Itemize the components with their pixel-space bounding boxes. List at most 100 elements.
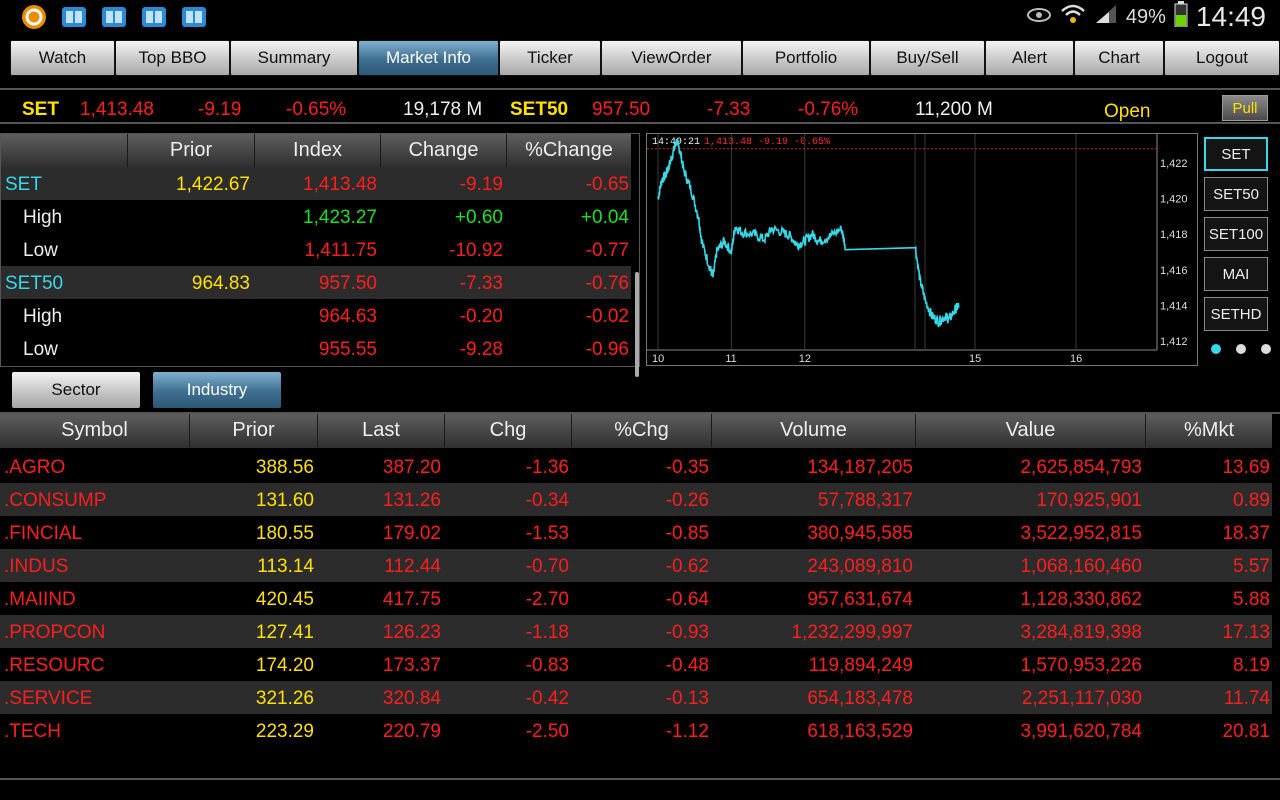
row-pct: -0.76 — [585, 273, 629, 294]
cell-prior: 321.26 — [255, 688, 314, 709]
pull-button[interactable]: Pull — [1222, 95, 1268, 121]
cell-chg: -0.83 — [525, 655, 569, 676]
chart-y-tick-label: 1,414 — [1160, 300, 1188, 312]
wifi-icon — [1060, 3, 1086, 31]
header-last: Last — [318, 414, 445, 447]
row-change: +0.60 — [454, 207, 503, 228]
nav-buy-sell[interactable]: Buy/Sell — [870, 40, 985, 76]
index-row[interactable]: SET50 964.83 957.50 -7.33 -0.76 — [1, 266, 631, 299]
nav-vieworder[interactable]: ViewOrder — [601, 40, 742, 76]
tab-sector[interactable]: Sector — [12, 372, 140, 408]
table-row[interactable]: .CONSUMP 131.60 131.26 -0.34 -0.26 57,788,317… — [0, 483, 1272, 516]
nav-ticker[interactable]: Ticker — [499, 40, 601, 76]
nav-watch[interactable]: Watch — [10, 40, 115, 76]
table-row[interactable]: .AGRO 388.56 387.20 -1.36 -0.35 134,187,205 2,… — [0, 450, 1272, 483]
app-shortcut-icon — [60, 4, 88, 30]
header-pct-change: %Change — [525, 139, 613, 161]
page-dot-1[interactable] — [1211, 344, 1221, 354]
table-row[interactable]: .FINCIAL 180.55 179.02 -1.53 -0.85 380,945,58… — [0, 516, 1272, 549]
table-row[interactable]: .TECH 223.29 220.79 -2.50 -1.12 618,163,529 3,… — [0, 714, 1272, 747]
table-row[interactable]: .SERVICE 321.26 320.84 -0.42 -0.13 654,183,47… — [0, 681, 1272, 714]
chart-x-tick-label: 10 — [652, 353, 664, 365]
chart-y-tick-label: 1,416 — [1160, 265, 1188, 277]
cell-pct-mkt: 0.89 — [1233, 490, 1270, 511]
index-button-set50[interactable]: SET50 — [1204, 177, 1268, 211]
index-table: Prior Index Change %Change SET 1,422.67 1,… — [0, 133, 640, 377]
clock: 14:49 — [1195, 1, 1266, 32]
table-row[interactable]: .PROPCON 127.41 126.23 -1.18 -0.93 1,232,299,… — [0, 615, 1272, 648]
ticker-set-volume: 19,178 M — [403, 99, 483, 120]
app-shortcut-icon — [180, 4, 208, 30]
nav-market-info[interactable]: Market Info — [358, 40, 499, 76]
cell-chg: -0.34 — [525, 490, 569, 511]
nav-chart[interactable]: Chart — [1074, 40, 1164, 76]
tab-industry[interactable]: Industry — [153, 372, 281, 408]
cell-prior: 127.41 — [255, 622, 314, 643]
row-pct: -0.65 — [585, 174, 629, 195]
industry-table: Symbol Prior Last Chg %Chg Volume Value … — [0, 412, 1280, 780]
cell-symbol: .TECH — [4, 721, 61, 742]
header-index: Index — [255, 134, 381, 167]
scrollbar[interactable] — [635, 272, 639, 377]
row-index: 955.55 — [318, 339, 377, 360]
cell-symbol: .INDUS — [4, 556, 69, 577]
row-label: Low — [23, 240, 58, 261]
app-logo-icon — [20, 4, 48, 30]
cell-chg: -1.36 — [525, 457, 569, 478]
row-index: 1,413.48 — [303, 174, 377, 195]
cell-last: 126.23 — [382, 622, 441, 643]
cell-prior: 223.29 — [255, 721, 314, 742]
nav-logout[interactable]: Logout — [1164, 40, 1280, 76]
table-row[interactable]: .RESOURC 174.20 173.37 -0.83 -0.48 119,894,24… — [0, 648, 1272, 681]
cell-chg: -2.50 — [525, 721, 569, 742]
ticker-set-change: -9.19 — [198, 99, 242, 120]
cell-volume: 57,788,317 — [817, 490, 913, 511]
index-button-sethd[interactable]: SETHD — [1204, 297, 1268, 331]
intraday-chart[interactable]: 14:49:21 1,413.48 -9.19 -0.65% 10 11 12 15 1… — [646, 133, 1198, 366]
ticker-set50-change: -7.33 — [707, 99, 751, 120]
nav-alert[interactable]: Alert — [985, 40, 1074, 76]
cell-pct-mkt: 17.13 — [1222, 622, 1270, 643]
index-subrow[interactable]: High 964.63 -0.20 -0.02 — [1, 299, 631, 332]
index-ticker: SET 1,413.48 -9.19 -0.65% 19,178 M SET50… — [0, 88, 1280, 124]
index-table-header: Prior Index Change %Change — [1, 134, 631, 167]
cell-value: 1,570,953,226 — [1020, 655, 1142, 676]
table-row[interactable]: .MAIIND 420.45 417.75 -2.70 -0.64 957,631,674… — [0, 582, 1272, 615]
cell-volume: 134,187,205 — [807, 457, 913, 478]
cell-last: 387.20 — [382, 457, 441, 478]
cell-symbol: .MAIIND — [4, 589, 76, 610]
page-dot-3[interactable] — [1261, 344, 1271, 354]
nav-top-bbo[interactable]: Top BBO — [115, 40, 230, 76]
cell-volume: 119,894,249 — [808, 655, 913, 676]
cell-volume: 654,183,478 — [807, 688, 913, 709]
index-row[interactable]: SET 1,422.67 1,413.48 -9.19 -0.65 — [1, 167, 631, 200]
row-pct: -0.96 — [585, 339, 629, 360]
index-button-set100[interactable]: SET100 — [1204, 217, 1268, 251]
page-dot-2[interactable] — [1236, 344, 1246, 354]
index-button-set[interactable]: SET — [1204, 137, 1268, 171]
nav-summary[interactable]: Summary — [230, 40, 358, 76]
ticker-set50-pct: -0.76% — [798, 99, 859, 120]
cell-symbol: .AGRO — [4, 457, 66, 478]
index-subrow[interactable]: Low 1,411.75 -10.92 -0.77 — [1, 233, 631, 266]
row-pct: -0.77 — [585, 240, 629, 261]
cell-value: 170,925,901 — [1036, 490, 1142, 511]
header-pct-mkt: %Mkt — [1184, 419, 1234, 441]
cell-chg: -0.70 — [525, 556, 569, 577]
cell-value: 2,625,854,793 — [1020, 457, 1142, 478]
index-subrow[interactable]: Low 955.55 -9.28 -0.96 — [1, 332, 631, 365]
index-button-mai[interactable]: MAI — [1204, 257, 1268, 291]
row-prior: 1,422.67 — [176, 174, 250, 195]
index-subrow[interactable]: High 1,423.27 +0.60 +0.04 — [1, 200, 631, 233]
cell-value: 3,522,952,815 — [1020, 523, 1142, 544]
cell-pct-chg: -0.48 — [665, 655, 709, 676]
cell-last: 131.26 — [382, 490, 441, 511]
nav-portfolio[interactable]: Portfolio — [742, 40, 870, 76]
cell-volume: 957,631,674 — [807, 589, 913, 610]
row-change: -7.33 — [459, 273, 503, 294]
table-row[interactable]: .INDUS 113.14 112.44 -0.70 -0.62 243,089,810 1… — [0, 549, 1272, 582]
cell-pct-chg: -0.85 — [665, 523, 709, 544]
cell-symbol: .PROPCON — [4, 622, 106, 643]
status-bar: 49% 14:49 — [0, 0, 1280, 34]
cell-pct-mkt: 11.74 — [1223, 688, 1270, 709]
